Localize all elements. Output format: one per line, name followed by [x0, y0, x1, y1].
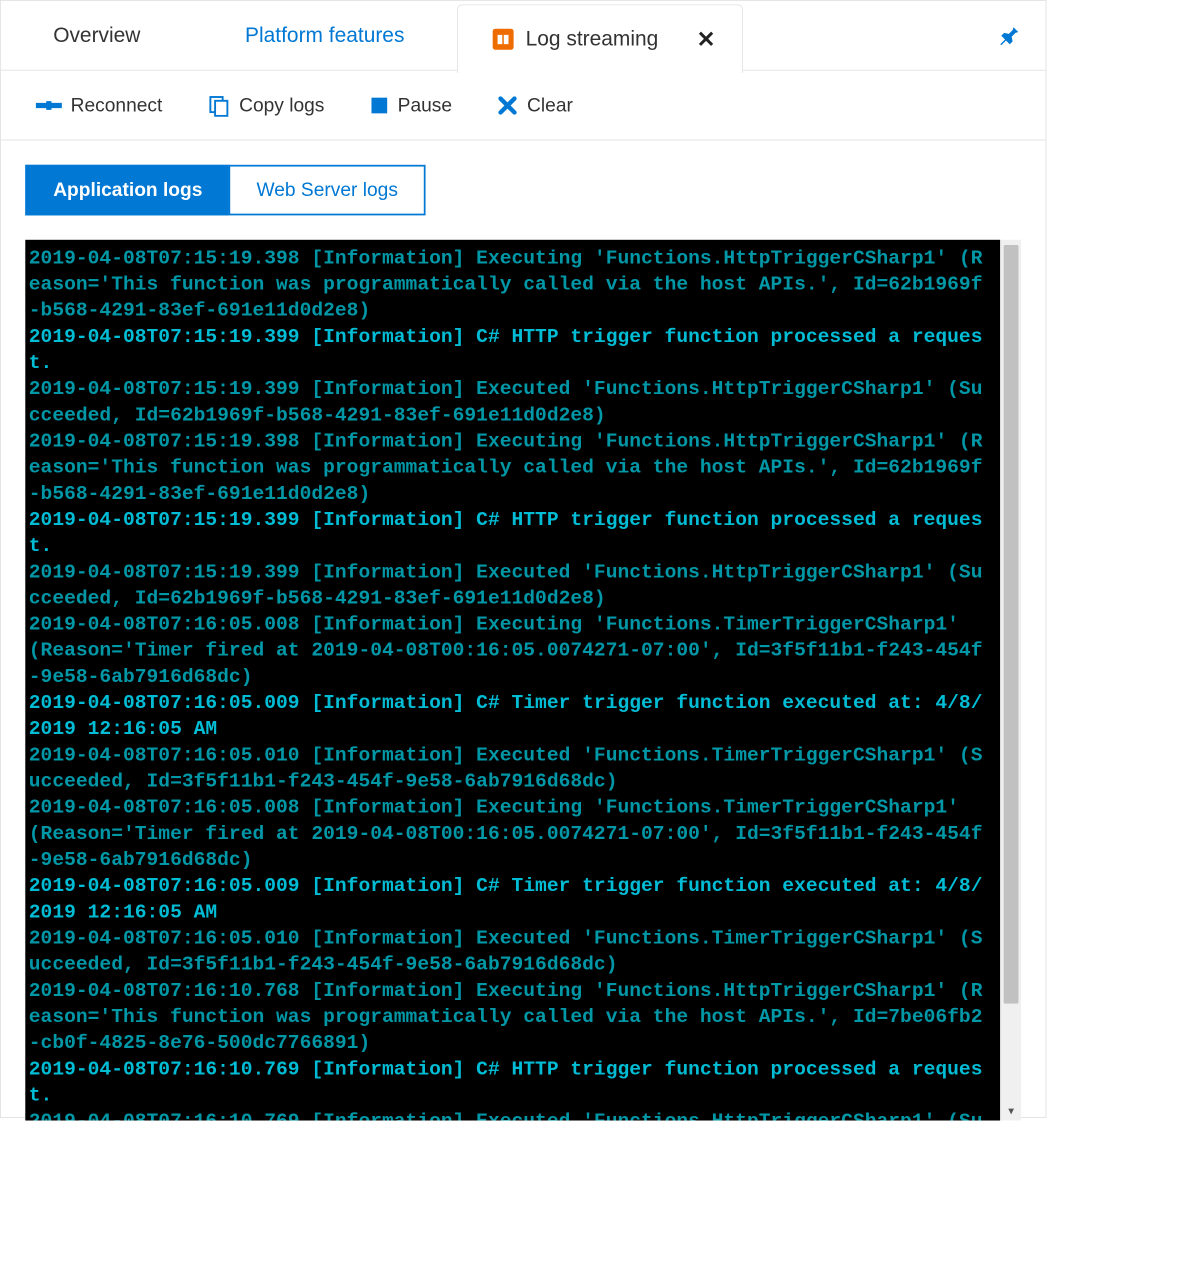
log-line: 2019-04-08T07:16:10.769 [Information] Ex…: [29, 1108, 993, 1120]
log-line: 2019-04-08T07:15:19.399 [Information] Ex…: [29, 376, 993, 428]
copy-logs-label: Copy logs: [239, 94, 324, 117]
reconnect-label: Reconnect: [71, 94, 163, 117]
copy-logs-button[interactable]: Copy logs: [208, 94, 325, 117]
toolbar: Reconnect Copy logs Pause Clear: [1, 71, 1046, 141]
log-line: 2019-04-08T07:16:10.769 [Information] C#…: [29, 1056, 993, 1108]
scroll-down-arrow[interactable]: ▾: [1001, 1101, 1021, 1120]
log-console[interactable]: 2019-04-08T07:15:19.398 [Information] Ex…: [25, 240, 1000, 1121]
tab-log-streaming-label: Log streaming: [526, 27, 659, 51]
tab-overview[interactable]: Overview: [1, 1, 193, 70]
log-line: 2019-04-08T07:15:19.398 [Information] Ex…: [29, 428, 993, 506]
log-line: 2019-04-08T07:15:19.399 [Information] Ex…: [29, 559, 993, 611]
reconnect-icon: [36, 95, 62, 114]
tab-application-logs[interactable]: Application logs: [25, 165, 230, 216]
log-line: 2019-04-08T07:15:19.399 [Information] C#…: [29, 507, 993, 559]
pause-button[interactable]: Pause: [370, 94, 452, 117]
scrollbar[interactable]: ▾: [1000, 240, 1021, 1121]
reconnect-button[interactable]: Reconnect: [36, 94, 163, 117]
tab-log-streaming[interactable]: ▮▮ Log streaming ✕: [457, 4, 743, 73]
log-type-tabs: Application logs Web Server logs: [25, 165, 1021, 216]
log-stream-icon: ▮▮: [492, 29, 513, 50]
tab-web-server-logs[interactable]: Web Server logs: [229, 165, 426, 216]
log-line: 2019-04-08T07:16:05.008 [Information] Ex…: [29, 794, 993, 872]
log-line: 2019-04-08T07:16:05.008 [Information] Ex…: [29, 611, 993, 689]
pin-icon: [998, 24, 1021, 47]
log-line: 2019-04-08T07:15:19.398 [Information] Ex…: [29, 245, 993, 323]
close-tab-icon[interactable]: ✕: [697, 26, 716, 53]
copy-icon: [208, 94, 231, 117]
log-line: 2019-04-08T07:16:05.010 [Information] Ex…: [29, 742, 993, 794]
pause-icon: [370, 95, 389, 114]
log-line: 2019-04-08T07:16:05.009 [Information] C#…: [29, 873, 993, 925]
console-container: 2019-04-08T07:15:19.398 [Information] Ex…: [25, 240, 1021, 1121]
clear-button[interactable]: Clear: [497, 94, 572, 117]
clear-icon: [497, 95, 518, 116]
content-area: Application logs Web Server logs 2019-04…: [1, 140, 1046, 1145]
log-line: 2019-04-08T07:16:05.010 [Information] Ex…: [29, 925, 993, 977]
pause-label: Pause: [398, 94, 452, 117]
log-line: 2019-04-08T07:16:10.768 [Information] Ex…: [29, 978, 993, 1056]
clear-label: Clear: [527, 94, 573, 117]
tab-platform-features[interactable]: Platform features: [193, 1, 457, 70]
pin-button[interactable]: [974, 1, 1046, 70]
scroll-thumb[interactable]: [1004, 245, 1019, 1004]
log-line: 2019-04-08T07:15:19.399 [Information] C#…: [29, 324, 993, 376]
log-line: 2019-04-08T07:16:05.009 [Information] C#…: [29, 690, 993, 742]
top-tabs: Overview Platform features ▮▮ Log stream…: [1, 1, 1046, 71]
